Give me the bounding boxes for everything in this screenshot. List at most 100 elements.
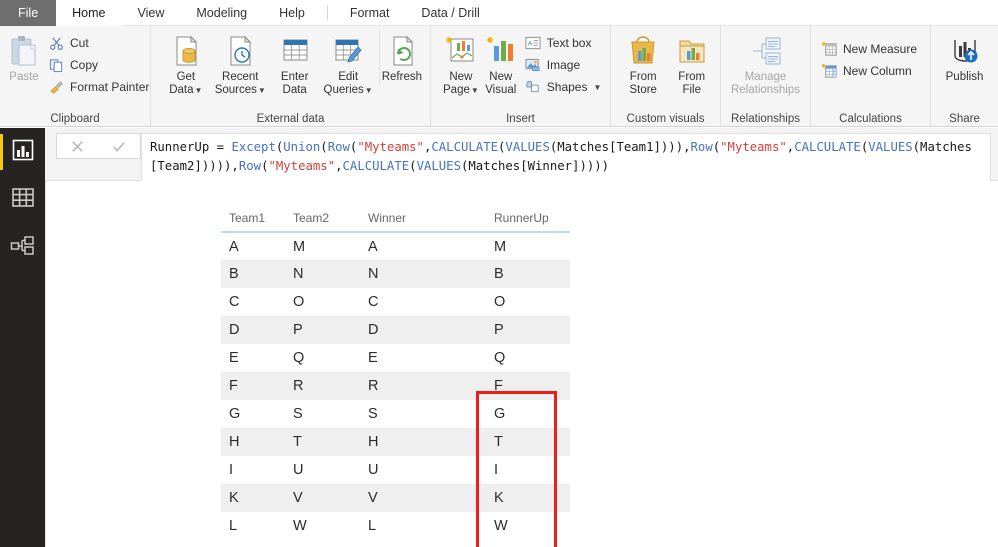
recent-sources-button[interactable]: Recent Sources▼ [213,30,268,97]
custom-visuals-group-label: Custom visuals [626,113,705,125]
cell-team2: Q [293,350,305,366]
get-data-button[interactable]: Get Data▼ [163,30,209,97]
table-row[interactable]: IUUI [221,456,570,484]
paste-button[interactable]: Paste [6,30,42,84]
edit-queries-icon [332,33,364,69]
new-measure-button[interactable]: New Measure [817,38,921,60]
edit-queries-button[interactable]: Edit Queries▼ [322,30,375,97]
cell-winner: S [368,406,378,422]
cell-spacer [440,428,486,456]
table-row[interactable]: AMAM [221,232,570,260]
edit-queries-label-2: Queries [323,83,364,96]
table-row[interactable]: EQEQ [221,344,570,372]
tab-format[interactable]: Format [334,0,406,26]
formula-token: ( [409,159,417,173]
formula-token: CALCULATE [794,140,861,154]
formula-token: ( [320,140,328,154]
tab-help[interactable]: Help [263,0,321,26]
cell-winner: C [368,294,379,310]
table-row[interactable]: LWLW [221,512,570,540]
tab-file[interactable]: File [0,0,57,26]
new-visual-label-2: Visual [485,83,517,96]
report-canvas: Team1 Team2 Winner RunnerUp AMAMBNNBCOCO… [45,181,998,547]
chevron-down-icon: ▼ [593,82,602,92]
table-row[interactable]: HTHT [221,428,570,456]
table-row[interactable]: KVVK [221,484,570,512]
column-header-winner[interactable]: Winner [360,207,440,233]
from-file-button[interactable]: From File [669,30,714,96]
publish-button[interactable]: Publish [937,30,992,84]
column-header-spacer [440,207,486,233]
copy-button[interactable]: Copy [44,54,153,76]
text-box-button[interactable]: A Text box [521,32,606,54]
check-icon[interactable] [106,134,132,158]
table-row[interactable]: DPDP [221,316,570,344]
formula-token: (Matches[Team1]))), [549,140,691,154]
formula-token: VALUES [505,140,550,154]
cell-runnerup: P [486,316,570,344]
new-column-button[interactable]: New Column [817,60,921,82]
formula-token: Row [327,140,350,154]
tab-modeling[interactable]: Modeling [180,0,263,26]
ribbon-group-clipboard: Paste Cut Copy Format Painter Clipboard [0,26,150,127]
cell-team2: U [293,462,304,478]
enter-data-label-1: Enter [280,71,309,83]
table-row[interactable]: FRRF [221,372,570,400]
cell-spacer [440,260,486,288]
table-row[interactable]: BNNB [221,260,570,288]
tab-view[interactable]: View [122,0,181,26]
cell-winner: D [360,316,440,344]
new-visual-button[interactable]: New Visual [483,30,519,96]
sidebar-item-data-view[interactable] [0,176,45,224]
cell-team2: S [293,406,303,422]
cell-team2: P [285,316,360,344]
formula-token: VALUES [416,159,461,173]
sidebar-item-model-view[interactable] [0,224,45,272]
new-measure-icon [821,41,838,58]
cell-team1: K [221,484,285,512]
copy-icon [48,57,65,74]
dax-formula-input[interactable]: RunnerUp = Except(Union(Row("Myteams",CA… [141,133,991,182]
new-page-button[interactable]: New Page▼ [441,30,481,97]
cell-team2: M [293,238,306,255]
formula-token: Row [690,140,713,154]
cut-button[interactable]: Cut [44,32,153,54]
cell-runnerup: O [494,294,506,310]
formula-token: RunnerUp = [150,140,232,154]
cell-runnerup: I [494,462,499,478]
scissors-icon [48,35,65,52]
ribbon-group-custom-visuals: From Store From File Custom visuals [610,26,720,127]
ribbon-group-insert: New Page▼ New Visual A Text box Image Sh… [430,26,610,127]
tab-data-drill[interactable]: Data / Drill [405,0,495,26]
format-painter-label: Format Painter [70,80,150,94]
column-header-team1[interactable]: Team1 [221,207,285,233]
cell-runnerup: Q [494,350,506,366]
shapes-button[interactable]: Shapes ▼ [521,76,606,98]
image-button[interactable]: Image [521,54,606,76]
tab-home[interactable]: Home [56,0,122,26]
manage-relationships-button[interactable]: Manage Relationships [727,30,804,96]
ribbon-group-share: Publish Share [930,26,998,127]
refresh-button[interactable]: Refresh [378,30,424,84]
get-data-label-2: Data [169,83,194,96]
format-painter-button[interactable]: Format Painter [44,76,153,98]
sidebar-item-report-view[interactable] [0,128,45,176]
table-row[interactable]: GSSG [221,400,570,428]
clipboard-small-buttons: Cut Copy Format Painter [44,30,153,98]
formula-token: "Myteams" [268,159,336,173]
recent-sources-icon [224,33,256,69]
new-page-label-2: Page [443,83,470,96]
image-icon [525,57,542,74]
enter-data-button[interactable]: Enter Data [272,30,318,96]
cell-team1: A [229,238,239,255]
shapes-label: Shapes [546,80,588,94]
new-page-label-1: New [449,71,473,83]
column-header-runnerup[interactable]: RunnerUp [486,207,570,233]
column-header-team2[interactable]: Team2 [285,207,360,233]
table-row[interactable]: COCO [221,288,570,316]
cell-team1: I [229,462,234,478]
from-store-button[interactable]: From Store [619,30,667,96]
formula-token: CALCULATE [342,159,410,173]
manage-relationships-label-1: Manage [744,71,787,83]
close-icon[interactable] [65,134,91,158]
